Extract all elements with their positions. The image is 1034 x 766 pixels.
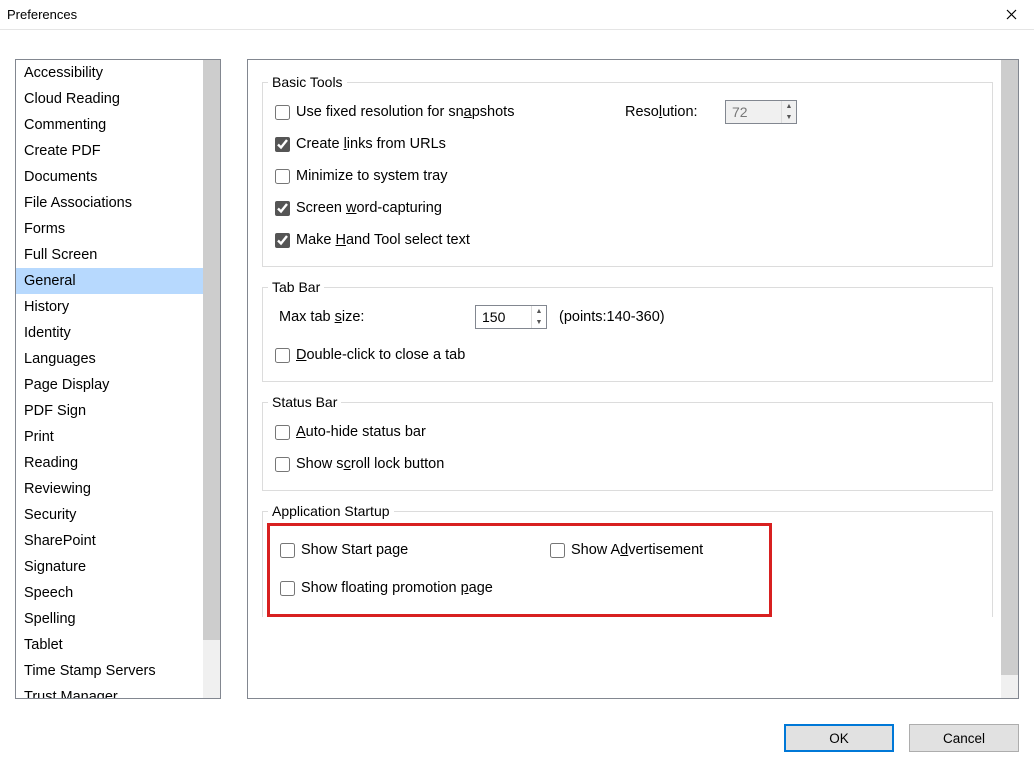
sidebar-item[interactable]: Reading [16, 450, 203, 476]
max-tab-size-spinbox[interactable]: ▲▼ [475, 305, 547, 329]
checkbox-screen-word[interactable]: Screen word-capturing [275, 200, 442, 216]
checkbox-fixed-resolution[interactable]: Use fixed resolution for snapshots [275, 104, 625, 120]
sidebar-item[interactable]: General [16, 268, 203, 294]
group-status-bar: Status Bar Auto-hide status bar Show scr… [262, 394, 993, 491]
resolution-input[interactable] [726, 101, 781, 123]
close-button[interactable] [989, 0, 1034, 29]
spin-up-icon: ▲ [782, 101, 796, 112]
sidebar-item[interactable]: Languages [16, 346, 203, 372]
sidebar-item[interactable]: Cloud Reading [16, 86, 203, 112]
checkbox-auto-hide[interactable]: Auto-hide status bar [275, 424, 426, 440]
cancel-button[interactable]: Cancel [909, 724, 1019, 752]
spin-up-icon: ▲ [532, 306, 546, 317]
sidebar-item[interactable]: Create PDF [16, 138, 203, 164]
sidebar-item[interactable]: Forms [16, 216, 203, 242]
checkbox-minimize-tray[interactable]: Minimize to system tray [275, 168, 447, 184]
checkbox-create-links[interactable]: Create links from URLs [275, 136, 446, 152]
category-list: AccessibilityCloud ReadingCommentingCrea… [15, 59, 221, 699]
sidebar-item[interactable]: Tablet [16, 632, 203, 658]
sidebar-item[interactable]: Signature [16, 554, 203, 580]
window-title: Preferences [7, 7, 77, 22]
category-list-items: AccessibilityCloud ReadingCommentingCrea… [16, 60, 203, 698]
spin-down-icon: ▼ [782, 112, 796, 123]
sidebar-item[interactable]: PDF Sign [16, 398, 203, 424]
sidebar-item[interactable]: SharePoint [16, 528, 203, 554]
max-tab-size-label: Max tab size: [275, 309, 475, 325]
sidebar-item[interactable]: Accessibility [16, 60, 203, 86]
checkbox-hand-tool[interactable]: Make Hand Tool select text [275, 232, 470, 248]
checkbox-show-advertisement[interactable]: Show Advertisement [550, 542, 703, 558]
dialog-footer: OK Cancel [0, 710, 1034, 766]
spin-down-icon: ▼ [532, 317, 546, 328]
group-legend: Basic Tools [268, 74, 347, 90]
checkbox-input[interactable] [275, 105, 290, 120]
sidebar-item[interactable]: Full Screen [16, 242, 203, 268]
group-basic-tools: Basic Tools Use fixed resolution for sna… [262, 74, 993, 267]
resolution-spinbox[interactable]: ▲▼ [725, 100, 797, 124]
checkbox-double-click-close[interactable]: Double-click to close a tab [275, 347, 465, 363]
close-icon [1006, 9, 1017, 20]
sidebar-item[interactable]: Page Display [16, 372, 203, 398]
checkbox-show-start-page[interactable]: Show Start page [280, 542, 550, 558]
group-legend: Tab Bar [268, 279, 324, 295]
max-tab-size-hint: (points:140-360) [559, 309, 665, 325]
panel-scrollbar[interactable] [1001, 60, 1018, 698]
sidebar-item[interactable]: Identity [16, 320, 203, 346]
sidebar-item[interactable]: File Associations [16, 190, 203, 216]
resolution-label: Resolution: [625, 104, 725, 120]
group-legend: Status Bar [268, 394, 341, 410]
sidebar-item[interactable]: Reviewing [16, 476, 203, 502]
sidebar-item[interactable]: Print [16, 424, 203, 450]
group-application-startup: Application Startup Show Start page Show… [262, 503, 993, 617]
checkbox-show-promotion[interactable]: Show floating promotion page [280, 580, 493, 596]
sidebar-item[interactable]: History [16, 294, 203, 320]
sidebar-item[interactable]: Spelling [16, 606, 203, 632]
sidebar-item[interactable]: Documents [16, 164, 203, 190]
sidebar-item[interactable]: Time Stamp Servers [16, 658, 203, 684]
sidebar-item[interactable]: Trust Manager [16, 684, 203, 698]
highlighted-region: Show Start page Show Advertisement Show … [267, 523, 772, 617]
group-tab-bar: Tab Bar Max tab size: ▲▼ (points:140-360… [262, 279, 993, 382]
checkbox-scroll-lock[interactable]: Show scroll lock button [275, 456, 444, 472]
ok-button[interactable]: OK [784, 724, 894, 752]
max-tab-size-input[interactable] [476, 306, 531, 328]
titlebar: Preferences [0, 0, 1034, 30]
sidebar-item[interactable]: Speech [16, 580, 203, 606]
group-legend: Application Startup [268, 503, 394, 519]
sidebar-item[interactable]: Security [16, 502, 203, 528]
settings-panel: Basic Tools Use fixed resolution for sna… [247, 59, 1019, 699]
sidebar-item[interactable]: Commenting [16, 112, 203, 138]
sidebar-scrollbar[interactable] [203, 60, 220, 698]
